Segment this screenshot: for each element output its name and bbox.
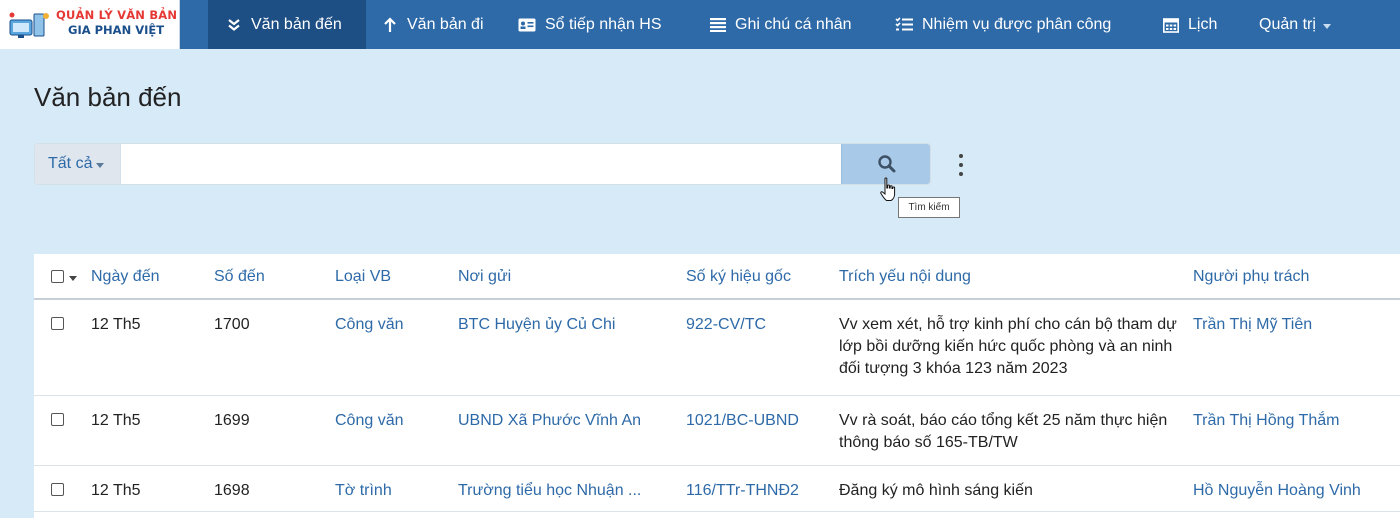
id-card-icon — [517, 16, 537, 34]
column-header-summary[interactable]: Trích yếu nội dung — [839, 268, 971, 286]
row-type-link[interactable]: Tờ trình — [335, 480, 392, 502]
checklist-icon — [894, 16, 914, 34]
table-row[interactable]: 12 Th5 1699 Công văn UBND Xã Phước Vĩnh … — [34, 396, 1400, 466]
nav-item-label: Quản trị — [1259, 15, 1316, 33]
nav-item-label: Nhiệm vụ được phân công — [922, 15, 1112, 33]
row-date: 12 Th5 — [91, 482, 141, 499]
page-title: Văn bản đến — [34, 82, 182, 112]
row-type-link[interactable]: Công văn — [335, 410, 404, 432]
row-number: 1698 — [214, 482, 250, 499]
row-owner-link[interactable]: Hồ Nguyễn Hoàng Vinh — [1193, 480, 1361, 502]
double-chevron-down-icon — [225, 16, 243, 34]
top-navbar: QUẢN LÝ VĂN BẢN GIA PHAN VIỆT Văn bản đế… — [0, 0, 1400, 49]
row-number: 1700 — [214, 316, 250, 333]
nav-item-label: Văn bản đến — [251, 15, 342, 33]
row-sender-link[interactable]: BTC Huyện ủy Củ Chi — [458, 314, 615, 336]
row-owner-link[interactable]: Trần Thị Mỹ Tiên — [1193, 314, 1312, 336]
row-date: 12 Th5 — [91, 316, 141, 333]
nav-item-nhiem-vu[interactable]: Nhiệm vụ được phân công — [894, 0, 1111, 49]
search-input[interactable] — [121, 144, 841, 184]
row-checkbox[interactable] — [51, 317, 64, 330]
column-header-owner[interactable]: Người phụ trách — [1193, 268, 1309, 286]
list-lines-icon — [709, 16, 727, 34]
nav-item-label: Sổ tiếp nhận HS — [545, 15, 662, 33]
table-header-row: Ngày đến Số đến Loại VB Nơi gửi Số ký hi… — [34, 254, 1400, 300]
row-code-link[interactable]: 1021/BC-UBND — [686, 410, 799, 432]
row-date: 12 Th5 — [91, 412, 141, 429]
computer-logo-icon — [9, 12, 49, 38]
row-summary[interactable]: Vv xem xét, hỗ trợ kinh phí cho cán bộ t… — [839, 314, 1189, 380]
row-sender-link[interactable]: UBND Xã Phước Vĩnh An — [458, 410, 641, 432]
documents-table: Ngày đến Số đến Loại VB Nơi gửi Số ký hi… — [34, 254, 1400, 518]
search-box: Tất cả — [34, 143, 931, 185]
table-row[interactable]: 12 Th5 1698 Tờ trình Trường tiểu học Nhu… — [34, 466, 1400, 512]
row-sender-link[interactable]: Trường tiểu học Nhuận ... — [458, 480, 641, 502]
more-options-kebab-icon[interactable] — [955, 152, 967, 178]
logo-line-1: QUẢN LÝ VĂN BẢN — [56, 8, 178, 22]
caret-down-icon — [96, 162, 105, 168]
nav-item-quan-tri[interactable]: Quản trị — [1259, 0, 1331, 49]
row-type-link[interactable]: Công văn — [335, 314, 404, 336]
search-tooltip: Tìm kiếm — [898, 197, 960, 218]
column-header-type[interactable]: Loại VB — [335, 268, 391, 286]
nav-item-so-tiep-nhan-hs[interactable]: Sổ tiếp nhận HS — [517, 0, 662, 49]
nav-item-van-ban-di[interactable]: Văn bản đi — [381, 0, 484, 49]
nav-item-label: Lịch — [1188, 15, 1218, 33]
row-code-link[interactable]: 922-CV/TC — [686, 314, 766, 336]
column-header-date[interactable]: Ngày đến — [91, 268, 160, 286]
arrow-up-icon — [381, 16, 399, 34]
search-scope-label: Tất cả — [48, 155, 93, 172]
caret-down-icon — [1322, 24, 1331, 29]
search-scope-dropdown[interactable]: Tất cả — [35, 144, 121, 184]
column-header-sender[interactable]: Nơi gửi — [458, 268, 511, 286]
logo-line-2: GIA PHAN VIỆT — [68, 23, 165, 37]
search-icon — [878, 155, 896, 173]
nav-item-label: Ghi chú cá nhân — [735, 15, 852, 33]
caret-down-icon[interactable] — [69, 276, 77, 281]
nav-item-label: Văn bản đi — [407, 15, 484, 33]
nav-item-lich[interactable]: Lịch — [1162, 0, 1217, 49]
row-code-link[interactable]: 116/TTr-THNĐ2 — [686, 480, 799, 502]
column-header-code[interactable]: Số ký hiệu gốc — [686, 268, 791, 286]
row-owner-link[interactable]: Trần Thị Hồng Thắm — [1193, 410, 1339, 432]
nav-item-van-ban-den[interactable]: Văn bản đến — [208, 0, 366, 49]
row-number: 1699 — [214, 412, 250, 429]
nav-item-ghi-chu-ca-nhan[interactable]: Ghi chú cá nhân — [709, 0, 852, 49]
row-checkbox[interactable] — [51, 413, 64, 426]
row-summary[interactable]: Đăng ký mô hình sáng kiến — [839, 480, 1189, 502]
app-logo[interactable]: QUẢN LÝ VĂN BẢN GIA PHAN VIỆT — [0, 0, 180, 49]
row-checkbox[interactable] — [51, 483, 64, 496]
table-row[interactable]: 12 Th5 1700 Công văn BTC Huyện ủy Củ Chi… — [34, 300, 1400, 396]
row-summary[interactable]: Vv rà soát, báo cáo tổng kết 25 năm thực… — [839, 410, 1189, 454]
calendar-icon — [1162, 16, 1180, 34]
select-all-checkbox[interactable] — [51, 270, 64, 283]
column-header-number[interactable]: Số đến — [214, 268, 265, 286]
